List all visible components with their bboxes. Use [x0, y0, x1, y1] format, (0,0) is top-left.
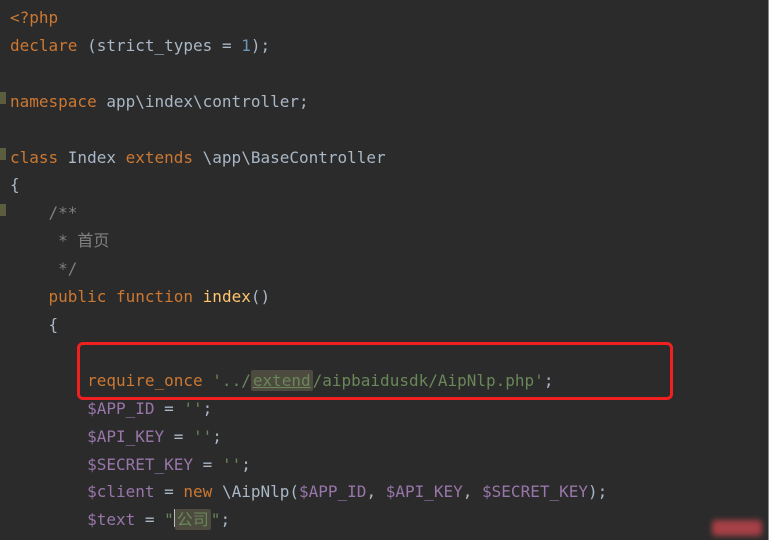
code-token: );	[251, 36, 270, 55]
code-token: function	[116, 287, 203, 306]
code-token	[10, 455, 87, 474]
code-token: 1	[241, 36, 251, 55]
code-token: $API_KEY	[87, 427, 164, 446]
code-token: ''	[183, 399, 202, 418]
code-token: "	[211, 510, 221, 529]
code-token	[10, 427, 87, 446]
code-token: =	[164, 427, 193, 446]
code-token: $API_KEY	[386, 482, 463, 501]
code-comment: * 首页	[10, 231, 109, 250]
code-token: /aipbaidusdk/AipNlp.php'	[313, 371, 544, 390]
code-token: public	[49, 287, 116, 306]
code-token: new	[183, 482, 222, 501]
code-token: ()	[251, 287, 270, 306]
code-token: );	[588, 482, 607, 501]
code-token: ;	[220, 510, 230, 529]
code-token: app\index\controller	[106, 92, 299, 111]
code-token: ''	[222, 455, 241, 474]
code-editor[interactable]: <?php declare (strict_types = 1); namesp…	[0, 0, 769, 540]
code-token: ;	[544, 371, 554, 390]
code-token: ''	[193, 427, 212, 446]
code-token: =	[193, 455, 222, 474]
code-token	[10, 399, 87, 418]
code-token: {	[10, 175, 20, 194]
code-token: =	[135, 510, 164, 529]
code-content: <?php declare (strict_types = 1); namesp…	[0, 0, 768, 534]
code-token	[10, 371, 87, 390]
code-token	[10, 510, 87, 529]
code-token: $APP_ID	[87, 399, 154, 418]
code-comment: /**	[10, 203, 77, 222]
code-token: ,	[366, 482, 385, 501]
editor-gutter	[0, 0, 8, 540]
code-token: class	[10, 148, 68, 167]
code-token: $SECRET_KEY	[87, 455, 193, 474]
code-token: (strict_types	[77, 36, 222, 55]
code-token: \AipNlp(	[222, 482, 299, 501]
code-token: "	[164, 510, 174, 529]
code-token: '../	[212, 371, 251, 390]
code-token: ;	[212, 427, 222, 446]
code-token: declare	[10, 36, 77, 55]
code-token: index	[203, 287, 251, 306]
code-token: \app\	[203, 148, 251, 167]
code-token: =	[155, 482, 184, 501]
code-token: Index	[68, 148, 126, 167]
code-token: ;	[203, 399, 213, 418]
code-token: namespace	[10, 92, 106, 111]
code-token: BaseController	[251, 148, 386, 167]
code-token-highlight: 公司	[175, 509, 211, 530]
code-token	[10, 287, 49, 306]
code-token: php	[29, 8, 58, 27]
code-token: {	[10, 315, 58, 334]
code-token	[10, 482, 87, 501]
code-token: ;	[299, 92, 309, 111]
code-token: ,	[463, 482, 482, 501]
code-token: extends	[126, 148, 203, 167]
code-token: $SECRET_KEY	[482, 482, 588, 501]
redaction-mark	[712, 520, 762, 536]
code-token: ;	[241, 455, 251, 474]
code-comment: */	[10, 259, 77, 278]
code-token: =	[155, 399, 184, 418]
code-token-highlight: extend	[251, 370, 313, 391]
code-token: $client	[87, 482, 154, 501]
code-token: $APP_ID	[299, 482, 366, 501]
code-token: $text	[87, 510, 135, 529]
code-token: =	[222, 36, 241, 55]
code-token: <?	[10, 8, 29, 27]
code-token: require_once	[87, 371, 212, 390]
